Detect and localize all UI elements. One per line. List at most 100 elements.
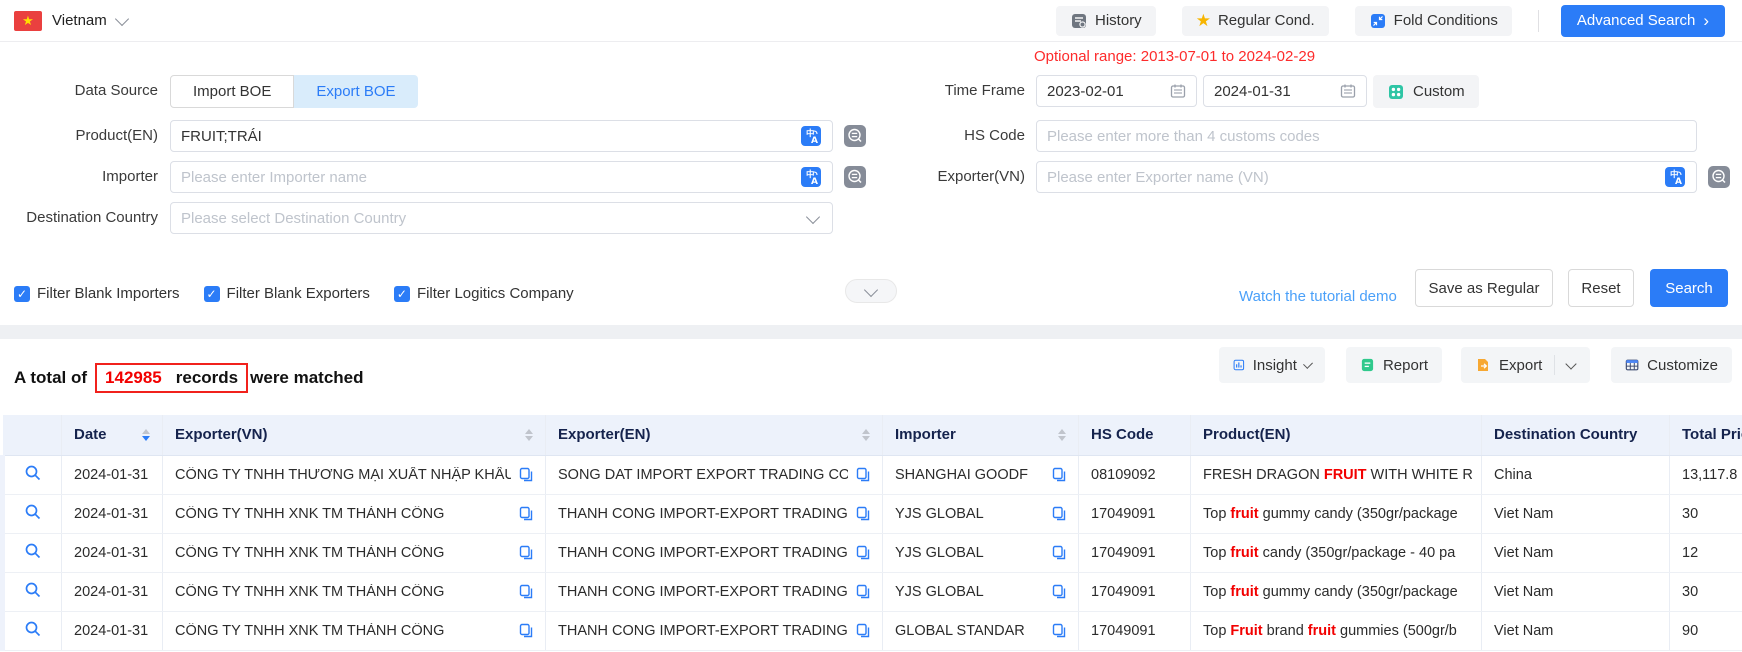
report-icon	[1360, 357, 1375, 373]
copy-icon[interactable]	[519, 467, 533, 482]
header-exporter-en[interactable]: Exporter(EN)	[546, 415, 883, 455]
svg-text:A: A	[1675, 177, 1682, 187]
hs-code-input[interactable]	[1047, 128, 1686, 145]
customize-icon	[1625, 357, 1639, 373]
date-cell: 2024-01-31	[62, 611, 163, 650]
search-magnifier-icon[interactable]	[24, 464, 42, 482]
insight-label: Insight	[1253, 357, 1297, 374]
exclude-search-icon[interactable]	[1707, 165, 1731, 189]
copy-icon[interactable]	[856, 584, 870, 599]
table-row[interactable]: 2024-01-31 CÔNG TY TNHH XNK TM THÀNH CÔN…	[3, 572, 1742, 611]
sort-icon[interactable]	[525, 429, 533, 441]
data-source-label: Data Source	[8, 75, 158, 107]
product-input-wrap: 中 A	[170, 120, 833, 152]
data-source-toggle: Import BOE Export BOE	[170, 75, 418, 108]
importer-input[interactable]	[181, 169, 800, 186]
importer-cell: GLOBAL STANDAR	[883, 611, 1079, 650]
exporter-en-cell: THANH CONG IMPORT-EXPORT TRADING C	[546, 533, 883, 572]
exporter-en-cell: SONG DAT IMPORT EXPORT TRADING COMP	[546, 455, 883, 494]
reset-button[interactable]: Reset	[1568, 269, 1634, 307]
exporter-vn-input-wrap: 中 A	[1036, 161, 1697, 193]
table-header-row: Date Exporter(VN) Exporter(EN) Importer …	[3, 415, 1742, 455]
copy-icon[interactable]	[856, 506, 870, 521]
exclude-search-icon[interactable]	[843, 165, 867, 189]
total-cell: 30	[1670, 494, 1742, 533]
product-cell: Top fruit gummy candy (350gr/package	[1191, 494, 1482, 533]
sort-icon[interactable]	[862, 429, 870, 441]
filter-logistics-company-checkbox[interactable]: ✓ Filter Logitics Company	[394, 285, 574, 302]
export-button[interactable]: Export	[1461, 347, 1590, 383]
sort-icon[interactable]	[1058, 429, 1066, 441]
import-boe-option[interactable]: Import BOE	[170, 75, 294, 108]
search-magnifier-icon[interactable]	[24, 503, 42, 521]
copy-icon[interactable]	[519, 545, 533, 560]
table-row[interactable]: 2024-01-31 CÔNG TY TNHH XNK TM THÀNH CÔN…	[3, 611, 1742, 650]
translate-icon[interactable]: 中 A	[800, 125, 822, 147]
product-input[interactable]	[181, 128, 800, 145]
exporter-vn-input[interactable]	[1047, 169, 1664, 186]
product-cell: Top Fruit brand fruit gummies (500gr/b	[1191, 611, 1482, 650]
exporter-vn-cell: CÔNG TY TNHH XNK TM THÀNH CÔNG	[163, 533, 546, 572]
header-exporter-vn[interactable]: Exporter(VN)	[163, 415, 546, 455]
search-magnifier-icon[interactable]	[24, 542, 42, 560]
total-cell: 12	[1670, 533, 1742, 572]
copy-icon[interactable]	[856, 467, 870, 482]
section-divider	[0, 325, 1742, 339]
optional-range-note: Optional range: 2013-07-01 to 2024-02-29	[1034, 48, 1315, 65]
advanced-search-button[interactable]: Advanced Search ›	[1561, 5, 1725, 37]
save-as-regular-button[interactable]: Save as Regular	[1415, 269, 1553, 307]
header-date[interactable]: Date	[62, 415, 163, 455]
copy-icon[interactable]	[1052, 467, 1066, 482]
destination-cell: Viet Nam	[1482, 494, 1670, 533]
table-row[interactable]: 2024-01-31 CÔNG TY TNHH XNK TM THÀNH CÔN…	[3, 533, 1742, 572]
export-label: Export	[1499, 357, 1542, 374]
copy-icon[interactable]	[519, 584, 533, 599]
report-button[interactable]: Report	[1346, 347, 1442, 383]
copy-icon[interactable]	[519, 506, 533, 521]
country-chevron-down-icon[interactable]	[115, 11, 129, 25]
copy-icon[interactable]	[856, 623, 870, 638]
header-total: Total Price	[1670, 415, 1742, 455]
fold-conditions-button[interactable]: Fold Conditions	[1355, 6, 1512, 36]
destination-select[interactable]: Please select Destination Country	[170, 202, 833, 234]
history-button[interactable]: History	[1056, 6, 1156, 36]
filter-blank-exporters-checkbox[interactable]: ✓ Filter Blank Exporters	[204, 285, 370, 302]
exclude-search-icon[interactable]	[843, 124, 867, 148]
search-magnifier-icon[interactable]	[24, 620, 42, 638]
table-row[interactable]: 2024-01-31 CÔNG TY TNHH XNK TM THÀNH CÔN…	[3, 494, 1742, 533]
filter-blank-importers-checkbox[interactable]: ✓ Filter Blank Importers	[14, 285, 180, 302]
calendar-icon[interactable]	[1170, 83, 1186, 99]
date-start-input[interactable]: 2023-02-01	[1036, 75, 1197, 107]
tutorial-demo-link[interactable]: Watch the tutorial demo	[1239, 288, 1397, 305]
regular-cond-button[interactable]: ★ Regular Cond.	[1182, 6, 1329, 36]
header-importer[interactable]: Importer	[883, 415, 1079, 455]
calendar-icon[interactable]	[1340, 83, 1356, 99]
copy-icon[interactable]	[1052, 545, 1066, 560]
insight-icon	[1233, 357, 1245, 373]
search-magnifier-icon[interactable]	[24, 581, 42, 599]
custom-range-button[interactable]: Custom	[1373, 75, 1479, 108]
export-boe-option[interactable]: Export BOE	[294, 75, 417, 108]
filter-checkbox-row: ✓ Filter Blank Importers ✓ Filter Blank …	[14, 285, 574, 302]
copy-icon[interactable]	[1052, 506, 1066, 521]
export-divider	[1554, 355, 1555, 375]
copy-icon[interactable]	[1052, 623, 1066, 638]
copy-icon[interactable]	[519, 623, 533, 638]
copy-icon[interactable]	[1052, 584, 1066, 599]
translate-icon[interactable]: 中 A	[800, 166, 822, 188]
checkbox-label: Filter Logitics Company	[417, 285, 574, 302]
search-button[interactable]: Search	[1650, 269, 1728, 307]
collapse-conditions-button[interactable]	[845, 279, 897, 303]
table-row[interactable]: 2024-01-31 CÔNG TY TNHH THƯƠNG MẠI XUẤT …	[3, 455, 1742, 494]
svg-text:A: A	[811, 136, 818, 146]
importer-cell: YJS GLOBAL	[883, 533, 1079, 572]
sort-icon[interactable]	[142, 429, 150, 441]
translate-icon[interactable]: 中 A	[1664, 166, 1686, 188]
top-bar: ★ Vietnam History ★ Regular Cond. Fold C…	[0, 0, 1742, 42]
export-dropdown-chevron-icon[interactable]	[1566, 358, 1577, 369]
copy-icon[interactable]	[856, 545, 870, 560]
date-end-input[interactable]: 2024-01-31	[1203, 75, 1367, 107]
customize-button[interactable]: Customize	[1611, 347, 1732, 383]
results-table-wrap: Date Exporter(VN) Exporter(EN) Importer …	[0, 415, 1742, 651]
insight-button[interactable]: Insight	[1219, 347, 1325, 383]
